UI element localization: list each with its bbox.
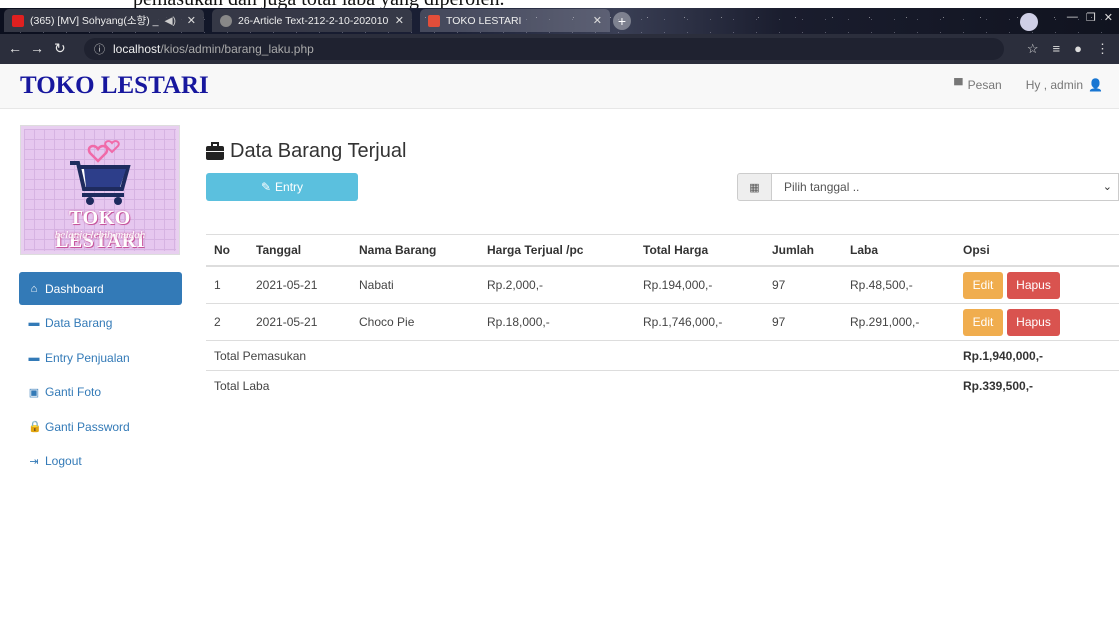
total-profit-value: Rp.339,500,- [955, 370, 1119, 400]
briefcase-icon [206, 141, 224, 160]
avatar-icon[interactable]: ● [1074, 41, 1082, 57]
profile-icon[interactable] [1020, 13, 1038, 31]
new-tab-button[interactable]: + [613, 12, 631, 30]
browser-tab-youtube[interactable]: (365) [MV] Sohyang(소향) _ ◀) ✕ [4, 9, 204, 32]
menu-icon[interactable]: ⋮ [1096, 41, 1109, 57]
home-icon: ⌂ [30, 282, 38, 295]
tab-label: TOKO LESTARI [446, 14, 522, 27]
chevron-down-icon: ⌄ [1102, 181, 1112, 193]
sidebar-menu: ⌂ Dashboard ▬ Data Barang ▬ Entry Penjua… [19, 272, 182, 480]
column-header: Laba [842, 234, 955, 267]
logout-icon: ⇥ [29, 455, 39, 468]
entry-button[interactable]: ✎ Entry [206, 173, 358, 201]
column-header: No [206, 234, 248, 267]
audio-icon: ◀) [164, 14, 177, 27]
logo-tagline: belanja lebih mudah [54, 229, 146, 241]
youtube-icon [12, 14, 24, 27]
browser-tab-bar: (365) [MV] Sohyang(소향) _ ◀) ✕ 26-Article… [0, 8, 1119, 34]
column-header: Tanggal [248, 234, 351, 267]
pencil-icon: ✎ [260, 180, 272, 194]
site-favicon-icon [428, 14, 440, 27]
reload-icon[interactable]: ↻ [54, 40, 66, 57]
sidebar-item-ganti-foto[interactable]: ▣ Ganti Foto [19, 376, 182, 409]
column-header: Total Harga [635, 234, 764, 267]
briefcase-icon: ▬ [28, 317, 40, 330]
sidebar-item-ganti-password[interactable]: 🔒 Ganti Password [19, 410, 182, 443]
browser-address-bar: ← → ↻ ⓘ localhost/kios/admin/barang_laku… [0, 34, 1119, 64]
extension-icon[interactable]: ≡ [1053, 41, 1061, 57]
table-row: 2 2021-05-21 Choco Pie Rp.18,000,- Rp.1,… [206, 303, 1119, 341]
close-tab-icon[interactable]: ✕ [187, 14, 196, 27]
lock-icon: 🔒 [28, 421, 42, 434]
page-title: Data Barang Terjual [206, 140, 406, 163]
total-income-row: Total Pemasukan Rp.1,940,000,- [206, 340, 1119, 371]
minimize-icon[interactable]: — [1067, 11, 1078, 24]
maximize-icon[interactable]: ❐ [1086, 11, 1096, 24]
sidebar-item-entry-penjualan[interactable]: ▬ Entry Penjualan [19, 341, 182, 374]
cart-icon [70, 140, 131, 205]
column-header: Nama Barang [351, 234, 479, 267]
edit-button[interactable]: Edit [963, 308, 1003, 336]
delete-button[interactable]: Hapus [1007, 308, 1060, 336]
forward-icon[interactable]: → [30, 40, 44, 56]
close-tab-icon[interactable]: ✕ [395, 14, 404, 27]
table-row: 1 2021-05-21 Nabati Rp.2,000,- Rp.194,00… [206, 265, 1119, 304]
close-window-icon[interactable]: ✕ [1104, 11, 1113, 24]
total-profit-row: Total Laba Rp.339,500,- [206, 370, 1119, 400]
total-income-value: Rp.1,940,000,- [955, 340, 1119, 371]
table-header-row: No Tanggal Nama Barang Harga Terjual /pc… [206, 234, 1119, 267]
date-select[interactable]: Pilih tanggal .. ⌄ [772, 173, 1119, 201]
messages-link[interactable]: ▀ Pesan [954, 78, 1002, 92]
briefcase-icon: ▬ [28, 351, 40, 364]
window-controls: — ❐ ✕ [1067, 11, 1113, 24]
total-income-label: Total Pemasukan [206, 340, 955, 371]
close-tab-icon[interactable]: ✕ [593, 14, 602, 27]
back-icon[interactable]: ← [8, 40, 22, 56]
user-menu[interactable]: Hy , admin 👤 [1026, 78, 1103, 92]
bookmark-star-icon[interactable]: ☆ [1027, 41, 1039, 57]
app-header: TOKO LESTARI ▀ Pesan Hy , admin 👤 [0, 64, 1119, 109]
edit-button[interactable]: Edit [963, 271, 1003, 299]
tab-label: 26-Article Text-212-2-10-202010 [238, 14, 389, 27]
comment-icon: ▀ [954, 78, 963, 92]
sidebar-item-data-barang[interactable]: ▬ Data Barang [19, 307, 182, 340]
sidebar-item-dashboard[interactable]: ⌂ Dashboard [19, 272, 182, 305]
column-header: Opsi [955, 234, 1119, 267]
globe-icon [220, 14, 232, 27]
browser-tab-toko[interactable]: TOKO LESTARI ✕ [420, 9, 610, 32]
browser-tab-article[interactable]: 26-Article Text-212-2-10-202010 ✕ [212, 9, 412, 32]
store-logo: TOKO LESTARI belanja lebih mudah [20, 125, 180, 255]
tab-label: (365) [MV] Sohyang(소향) _ [30, 15, 159, 27]
sales-table: No Tanggal Nama Barang Harga Terjual /pc… [206, 234, 1119, 400]
user-icon: 👤 [1088, 78, 1103, 92]
url-input[interactable]: ⓘ localhost/kios/admin/barang_laku.php [84, 38, 1004, 60]
info-icon: ⓘ [94, 44, 105, 56]
brand-title[interactable]: TOKO LESTARI [20, 72, 209, 100]
delete-button[interactable]: Hapus [1007, 271, 1060, 299]
picture-icon: ▣ [28, 386, 40, 399]
total-profit-label: Total Laba [206, 370, 955, 400]
document-text-fragment: pemasukan dan juga total laba yang diper… [0, 0, 1119, 8]
column-header: Jumlah [764, 234, 842, 267]
column-header: Harga Terjual /pc [479, 234, 635, 267]
sidebar-item-logout[interactable]: ⇥ Logout [19, 445, 182, 478]
calendar-icon: ▦ [737, 173, 772, 201]
date-filter: ▦ Pilih tanggal .. ⌄ [737, 173, 1119, 201]
